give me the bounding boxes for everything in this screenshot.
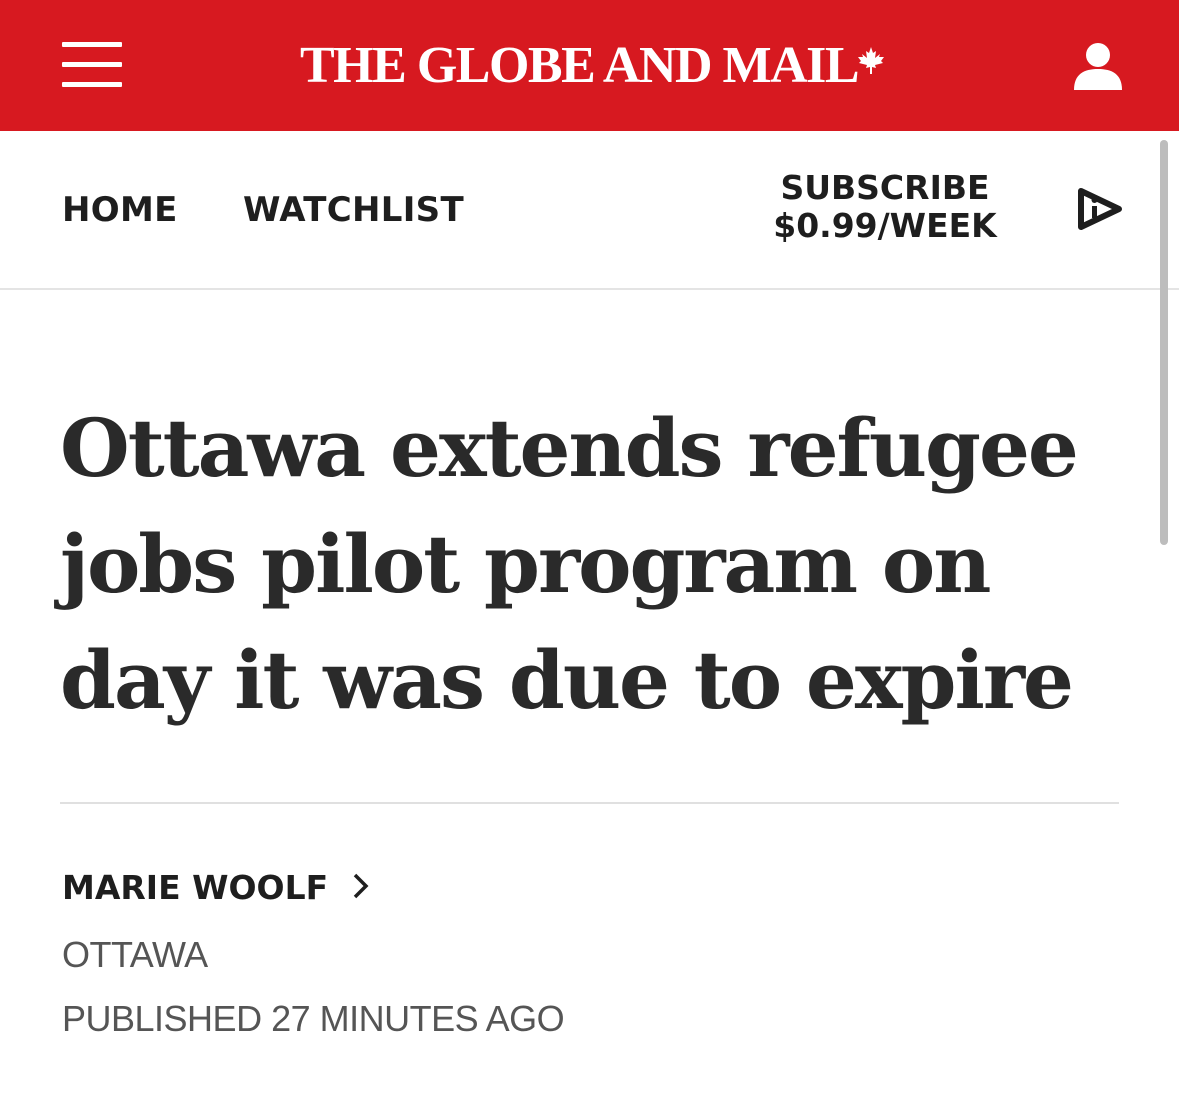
menu-line <box>62 42 122 47</box>
masthead: THE GLOBE AND MAIL <box>0 0 1179 131</box>
nav-watchlist-link[interactable]: WATCHLIST <box>243 190 464 230</box>
subscribe-button[interactable]: SUBSCRIBE $0.99/WEEK <box>760 169 1010 245</box>
nav-home-link[interactable]: HOME <box>62 190 178 230</box>
scrollbar[interactable] <box>1160 140 1168 545</box>
menu-line <box>62 82 122 87</box>
chevron-right-icon <box>353 873 369 899</box>
logo-text: THE GLOBE AND MAIL <box>300 37 860 94</box>
divider <box>60 802 1119 804</box>
site-logo[interactable]: THE GLOBE AND MAIL <box>300 34 890 98</box>
menu-line <box>62 62 122 67</box>
author-name: MARIE WOOLF <box>62 868 329 907</box>
published-timestamp: PUBLISHED 27 MINUTES AGO <box>62 998 565 1039</box>
maple-leaf-icon <box>858 47 884 74</box>
dateline: OTTAWA <box>62 934 208 975</box>
author-link[interactable]: MARIE WOOLF <box>62 868 370 907</box>
user-account-icon[interactable] <box>1072 40 1124 92</box>
play-icon[interactable] <box>1075 185 1125 233</box>
subscribe-label: SUBSCRIBE <box>780 168 990 207</box>
hamburger-menu-icon[interactable] <box>62 40 122 90</box>
subscribe-price: $0.99/WEEK <box>773 206 997 245</box>
article-headline: Ottawa extends refugee jobs pilot progra… <box>60 401 1079 727</box>
nav-bar: HOME WATCHLIST SUBSCRIBE $0.99/WEEK <box>0 131 1179 290</box>
